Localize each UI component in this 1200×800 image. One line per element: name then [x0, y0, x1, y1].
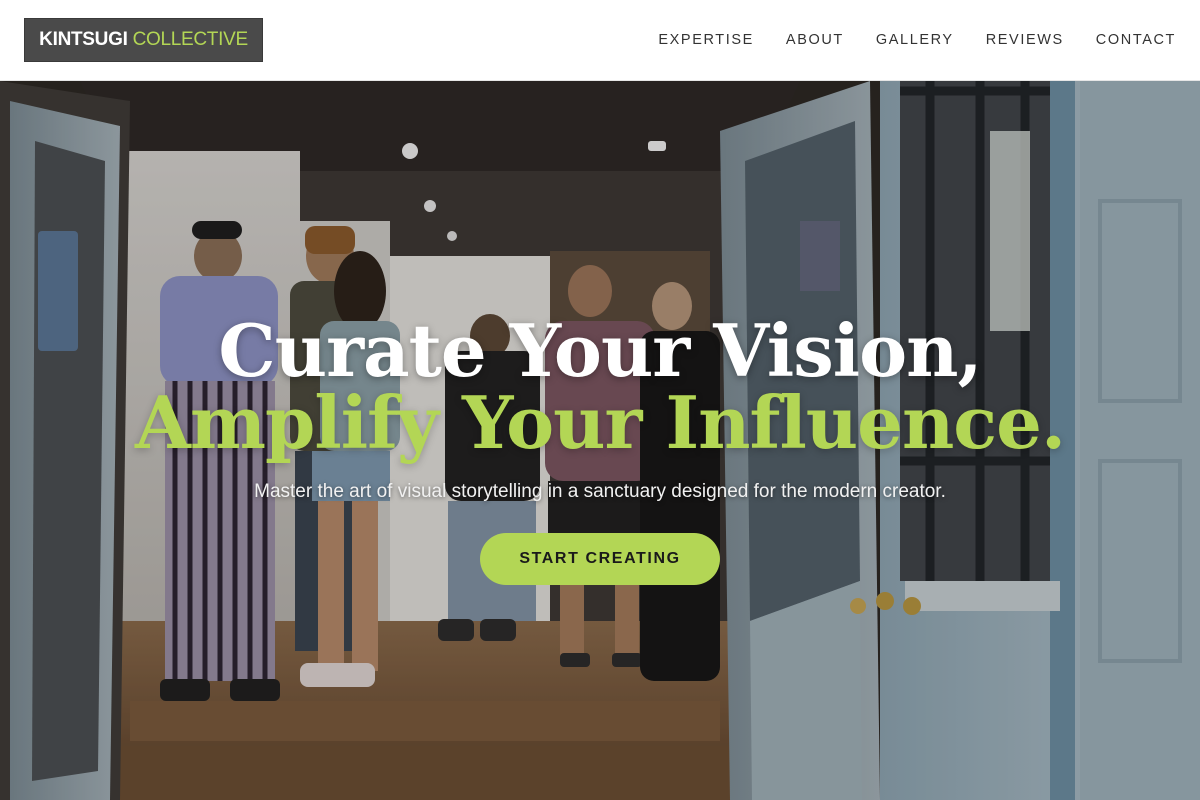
brand-logo[interactable]: KINTSUGI COLLECTIVE: [24, 18, 263, 62]
start-creating-button[interactable]: START CREATING: [480, 533, 720, 585]
hero-headline-line2: Amplify Your Influence.: [134, 380, 1066, 465]
nav-link-gallery[interactable]: GALLERY: [876, 30, 954, 50]
brand-name-part2: COLLECTIVE: [132, 29, 249, 50]
brand-name-part1: KINTSUGI: [39, 29, 128, 50]
main-nav: EXPERTISE ABOUT GALLERY REVIEWS CONTACT: [626, 30, 1176, 50]
hero-subtitle: Master the art of visual storytelling in…: [254, 481, 946, 502]
nav-link-reviews[interactable]: REVIEWS: [986, 30, 1064, 50]
hero-section: Curate Your Vision, Amplify Your Influen…: [0, 81, 1200, 800]
nav-link-about[interactable]: ABOUT: [786, 30, 844, 50]
site-header: KINTSUGI COLLECTIVE EXPERTISE ABOUT GALL…: [0, 0, 1200, 81]
nav-link-expertise[interactable]: EXPERTISE: [658, 30, 754, 50]
nav-link-contact[interactable]: CONTACT: [1096, 30, 1176, 50]
